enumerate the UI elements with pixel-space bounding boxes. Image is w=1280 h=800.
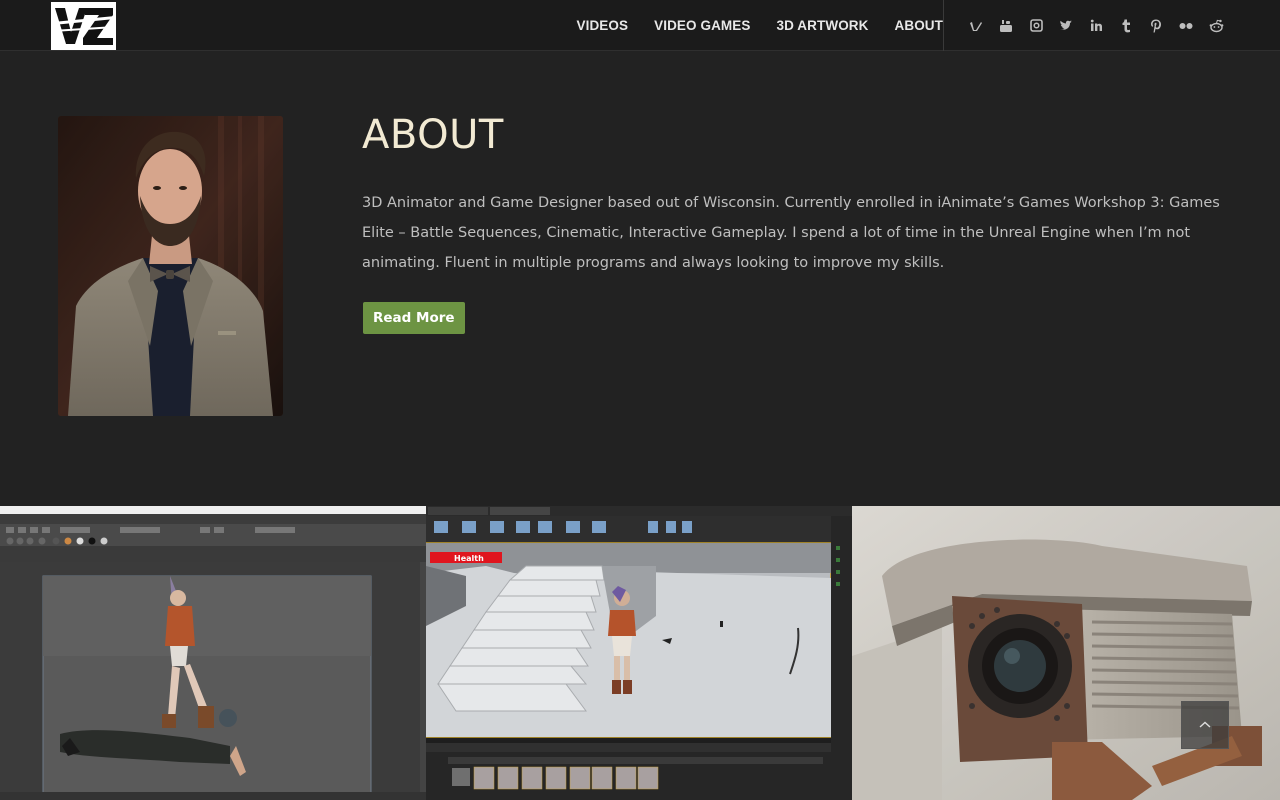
logo-mark (51, 2, 116, 50)
nav-about[interactable]: ABOUT (895, 18, 944, 33)
flickr-icon[interactable] (1176, 16, 1196, 36)
nav-videos[interactable]: VIDEOS (577, 18, 629, 33)
site-logo[interactable] (51, 2, 116, 50)
profile-photo (58, 116, 283, 416)
gallery-item-unreal-editor[interactable]: Health (426, 506, 852, 800)
chevron-up-icon (1199, 721, 1211, 728)
instagram-icon[interactable] (1026, 16, 1046, 36)
about-description: 3D Animator and Game Designer based out … (362, 195, 1220, 271)
nav-video-games[interactable]: VIDEO GAMES (654, 18, 750, 33)
social-links (966, 0, 1226, 51)
read-more-button[interactable]: Read More (363, 302, 465, 334)
vimeo-icon[interactable] (966, 16, 986, 36)
page-title: ABOUT (362, 112, 504, 158)
reddit-icon[interactable] (1206, 16, 1226, 36)
gallery-item-security-camera[interactable] (852, 506, 1280, 800)
nav-divider (943, 0, 944, 51)
nav-3d-artwork[interactable]: 3D ARTWORK (777, 18, 869, 33)
scroll-to-top-button[interactable] (1181, 701, 1229, 749)
site-header: VIDEOS VIDEO GAMES 3D ARTWORK ABOUT (0, 0, 1280, 51)
youtube-icon[interactable] (996, 16, 1016, 36)
main-nav: VIDEOS VIDEO GAMES 3D ARTWORK ABOUT (577, 0, 944, 51)
security-camera-render (852, 506, 1280, 800)
health-label: Health (454, 554, 484, 563)
maya-screenshot (0, 506, 426, 800)
gallery-item-maya-scene[interactable] (0, 506, 426, 800)
artwork-gallery: Health (0, 506, 1280, 800)
linkedin-icon[interactable] (1086, 16, 1106, 36)
unreal-screenshot: Health (426, 506, 852, 800)
tumblr-icon[interactable] (1116, 16, 1136, 36)
pinterest-icon[interactable] (1146, 16, 1166, 36)
twitter-icon[interactable] (1056, 16, 1076, 36)
